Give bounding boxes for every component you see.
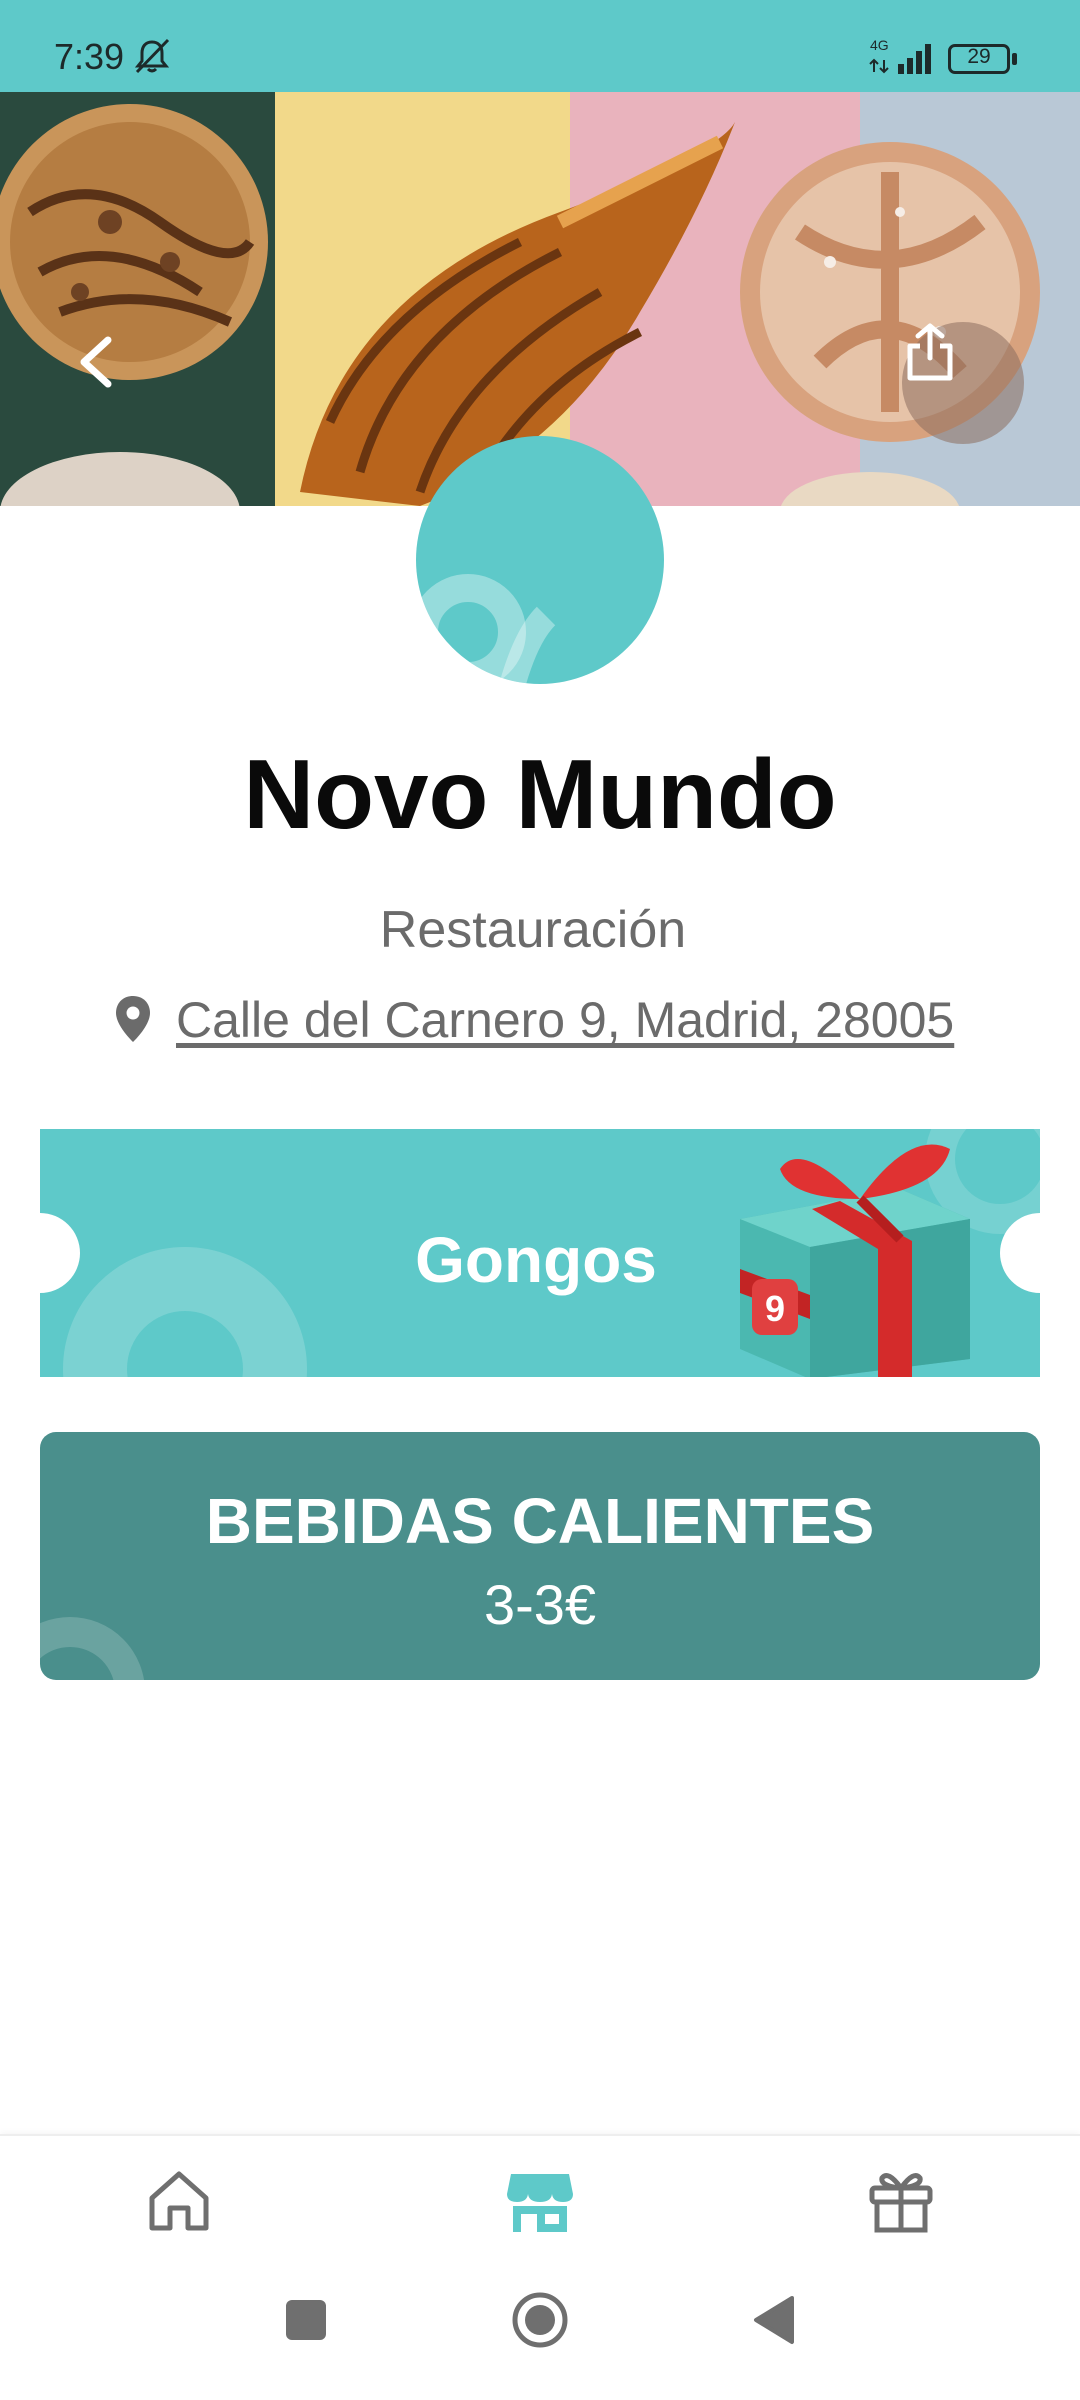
home-icon: [149, 2171, 209, 2231]
system-recents-button[interactable]: [266, 2280, 346, 2360]
bottom-nav: [0, 2134, 1080, 2258]
gift-badge-number: 9: [765, 1288, 785, 1329]
location-pin-icon: [116, 996, 150, 1042]
store-avatar: [416, 436, 664, 684]
back-button[interactable]: [72, 332, 162, 422]
product-card-price: 3-3€: [483, 1573, 597, 1636]
back-arrow-icon: [80, 336, 112, 388]
nav-gifts[interactable]: [856, 2156, 946, 2246]
recents-square-icon: [286, 2300, 326, 2340]
avatar-logo-pattern: [416, 574, 556, 684]
store-category: Restauración: [379, 901, 687, 959]
nav-store[interactable]: [495, 2156, 585, 2246]
status-bar: 7:39 4G 29: [0, 0, 1080, 92]
system-nav-bar: [0, 2258, 1080, 2400]
back-triangle-icon: [754, 2296, 794, 2344]
gongos-card[interactable]: Gongos 9: [40, 1129, 1040, 1377]
home-circle-icon: [512, 2292, 568, 2348]
gift-box-icon: 9: [740, 1144, 970, 1377]
product-card-title: BEBIDAS CALIENTES: [205, 1485, 875, 1557]
bell-off-icon: [134, 38, 170, 74]
system-back-button[interactable]: [734, 2280, 814, 2360]
store-name: Novo Mundo: [243, 739, 837, 849]
share-button[interactable]: [902, 322, 1024, 444]
product-card-bebidas[interactable]: BEBIDAS CALIENTES 3-3€: [40, 1432, 1040, 1680]
address-row[interactable]: Calle del Carnero 9, Madrid, 28005: [110, 990, 954, 1050]
system-home-button[interactable]: [500, 2280, 580, 2360]
store-icon: [507, 2174, 573, 2232]
network-label: 4G: [870, 37, 889, 53]
status-time: 7:39: [54, 36, 125, 77]
address-link[interactable]: Calle del Carnero 9, Madrid, 28005: [176, 991, 954, 1049]
gift-icon: [869, 2173, 933, 2233]
nav-home[interactable]: [134, 2156, 224, 2246]
signal-icon: 4G: [869, 37, 931, 74]
share-icon: [907, 323, 953, 381]
battery-icon: 29: [948, 44, 1018, 76]
battery-level: 29: [967, 45, 991, 68]
